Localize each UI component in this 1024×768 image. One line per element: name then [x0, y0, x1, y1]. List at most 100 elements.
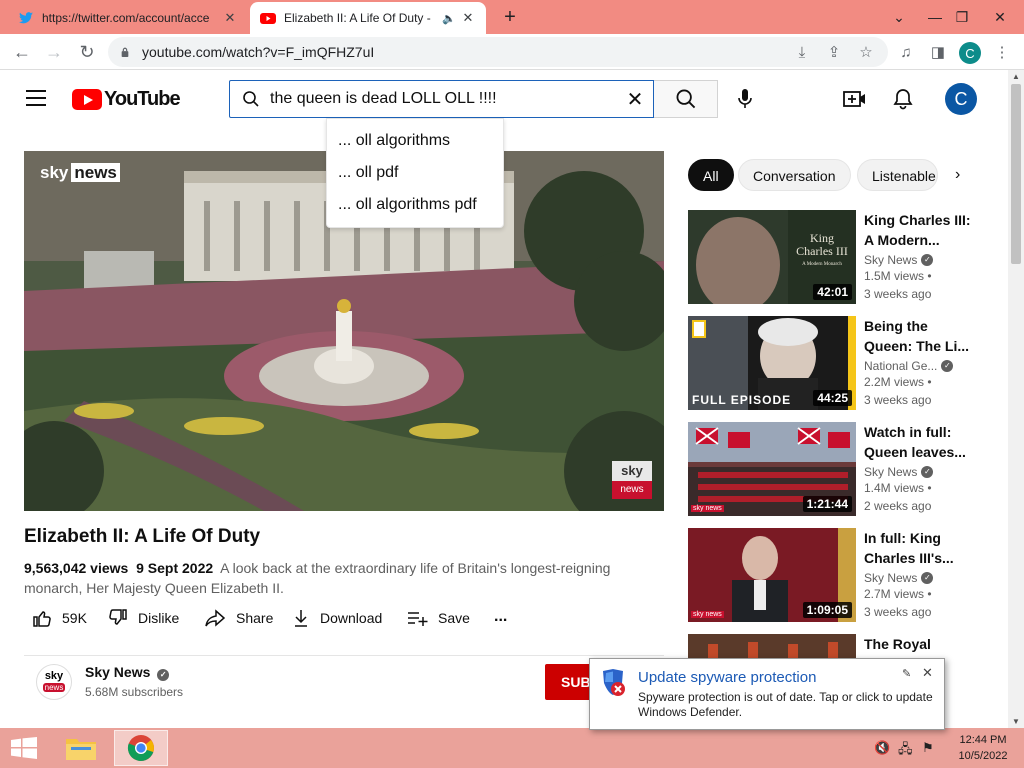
dislike-button[interactable]: Dislike	[108, 608, 179, 628]
search-input[interactable]	[270, 90, 617, 108]
chrome-icon	[127, 735, 154, 762]
url-text: youtube.com/watch?v=F_imQFHZ7uI	[142, 44, 375, 60]
file-explorer-button[interactable]	[54, 730, 108, 766]
scroll-up-arrow-icon[interactable]: ▲	[1012, 72, 1020, 81]
youtube-wordmark: YouTube	[104, 88, 181, 110]
chip-conversation[interactable]: Conversation	[738, 159, 851, 191]
browser-profile-avatar[interactable]: C	[959, 42, 981, 64]
chevron-right-icon[interactable]: ›	[955, 166, 960, 184]
thumbs-up-icon	[33, 611, 51, 627]
star-icon[interactable]: ☆	[856, 42, 876, 62]
youtube-play-icon	[72, 89, 102, 110]
recommended-video[interactable]: FULL EPISODE 44:25 Being the Queen: The L…	[688, 316, 988, 410]
network-icon[interactable]: 🖧	[898, 740, 913, 762]
channel-row: sky news Sky News ✓ 5.68M subscribers SU…	[24, 655, 664, 707]
close-tab-icon[interactable]: ✕	[222, 10, 238, 26]
share-button[interactable]: Share	[204, 608, 273, 628]
tab-title: Elizabeth II: A Life Of Duty -	[284, 11, 431, 25]
search-icon	[676, 89, 695, 109]
verified-check-icon: ✓	[941, 360, 954, 372]
close-notification-icon[interactable]: ✕	[922, 665, 933, 681]
notification-body: Spyware protection is out of date. Tap o…	[638, 690, 933, 719]
bell-icon[interactable]	[891, 87, 915, 111]
verified-check-icon: ✓	[921, 466, 934, 478]
dislike-label: Dislike	[138, 610, 180, 626]
tab-youtube[interactable]: Elizabeth II: A Life Of Duty - 🔈 ✕	[250, 2, 486, 34]
video-thumbnail[interactable]: King Charles III A Modern Monarch 42:01	[688, 210, 856, 304]
windows-logo-icon	[11, 737, 37, 759]
like-count: 59K	[62, 610, 87, 626]
recommended-channel: Sky News ✓	[864, 571, 974, 585]
sky-news-watermark: sky news	[612, 461, 652, 499]
tab-title: https://twitter.com/account/acce	[42, 11, 210, 25]
new-tab-button[interactable]: +	[498, 6, 522, 29]
install-icon[interactable]: ⤓	[792, 42, 812, 62]
system-clock[interactable]: 12:44 PM 10/5/2022	[948, 732, 1018, 764]
speaker-icon[interactable]: 🔈	[442, 12, 456, 25]
video-duration: 1:21:44	[802, 496, 852, 512]
recommended-video[interactable]: King Charles III A Modern Monarch 42:01 …	[688, 210, 988, 304]
suggestion-item[interactable]: ... oll algorithms pdf	[327, 189, 503, 221]
search-box[interactable]: ✕	[229, 80, 654, 118]
chip-listenable[interactable]: Listenable	[857, 159, 938, 191]
kebab-menu-icon[interactable]: ⋮	[992, 42, 1012, 62]
like-button[interactable]: 59K	[32, 608, 87, 628]
recommended-title: Being the Queen: The Li...	[864, 318, 970, 354]
subscriber-count: 5.68M subscribers	[85, 685, 184, 699]
scroll-down-arrow-icon[interactable]: ▼	[1012, 717, 1020, 726]
close-window-icon[interactable]: ✕	[983, 0, 1017, 34]
chrome-taskbar-button[interactable]	[114, 730, 168, 766]
share-arrow-icon	[205, 609, 226, 627]
scrollbar-thumb[interactable]	[1011, 84, 1021, 264]
hamburger-menu-icon[interactable]	[26, 90, 46, 106]
create-video-icon[interactable]	[843, 87, 867, 111]
media-control-icon[interactable]: ♫	[896, 42, 916, 62]
recommended-title: King Charles III: A Modern...	[864, 212, 971, 248]
download-button[interactable]: Download	[292, 608, 382, 628]
share-icon[interactable]: ⇪	[824, 42, 844, 62]
shield-warning-icon	[603, 669, 625, 696]
video-description[interactable]: 9,563,042 views 9 Sept 2022 A look back …	[24, 558, 624, 598]
side-panel-icon[interactable]: ◨	[928, 42, 948, 62]
recommended-age: 2 weeks ago	[864, 499, 932, 513]
channel-name[interactable]: Sky News ✓	[85, 664, 170, 681]
recommended-title: Watch in full: Queen leaves...	[864, 424, 966, 460]
chip-all[interactable]: All	[688, 159, 734, 191]
save-button[interactable]: Save	[406, 608, 470, 628]
twitter-bird-icon	[19, 12, 33, 24]
microphone-icon[interactable]	[733, 87, 757, 111]
clear-search-icon[interactable]: ✕	[617, 87, 653, 112]
chevron-down-icon[interactable]: ⌄	[882, 0, 916, 34]
account-avatar[interactable]: C	[945, 83, 977, 115]
recommended-video[interactable]: sky news 1:09:05 In full: King Charles II…	[688, 528, 988, 622]
video-duration: 42:01	[813, 284, 852, 300]
action-center-flag-icon[interactable]: ⚑	[922, 740, 934, 756]
defender-notification[interactable]: Update spyware protection Spyware protec…	[589, 658, 945, 730]
notification-title: Update spyware protection	[638, 669, 817, 686]
youtube-logo[interactable]: YouTube	[72, 88, 181, 111]
video-thumbnail[interactable]: sky news 1:21:44	[688, 422, 856, 516]
video-thumbnail[interactable]: FULL EPISODE 44:25	[688, 316, 856, 410]
more-actions-icon[interactable]: ...	[494, 608, 507, 626]
video-thumbnail[interactable]: sky news 1:09:05	[688, 528, 856, 622]
search-icon	[243, 91, 259, 107]
page-scrollbar[interactable]: ▲ ▼	[1008, 70, 1024, 728]
sky-news-watermark: sky news	[691, 611, 724, 618]
search-button[interactable]	[654, 80, 718, 118]
channel-avatar[interactable]: sky news	[36, 664, 72, 700]
browser-toolbar: ← → ↻ youtube.com/watch?v=F_imQFHZ7uI ⤓ …	[0, 34, 1024, 70]
forward-arrow-icon[interactable]: →	[42, 40, 66, 64]
reload-icon[interactable]: ↻	[75, 40, 99, 64]
tab-twitter[interactable]: https://twitter.com/account/acce ✕	[8, 2, 248, 34]
close-tab-icon[interactable]: ✕	[460, 10, 476, 26]
suggestion-item[interactable]: ... oll pdf	[327, 157, 503, 189]
volume-muted-icon[interactable]: 🔇	[874, 740, 890, 756]
back-arrow-icon[interactable]: ←	[10, 40, 34, 64]
save-label: Save	[438, 610, 470, 626]
restore-icon[interactable]: ❐	[945, 0, 979, 34]
pin-icon[interactable]: ✎	[902, 667, 911, 680]
suggestion-item[interactable]: ... oll algorithms	[327, 125, 503, 157]
address-bar[interactable]: youtube.com/watch?v=F_imQFHZ7uI	[108, 37, 888, 67]
start-button[interactable]	[0, 728, 48, 768]
recommended-video[interactable]: sky news 1:21:44 Watch in full: Queen lea…	[688, 422, 988, 516]
